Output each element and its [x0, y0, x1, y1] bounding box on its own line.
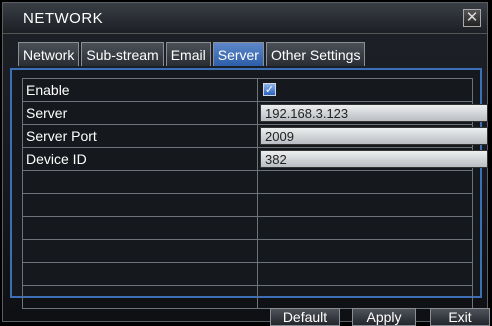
tab-other-settings[interactable]: Other Settings — [265, 42, 366, 66]
empty-row — [23, 217, 473, 240]
empty-cell — [23, 217, 258, 239]
tab-server[interactable]: Server — [212, 42, 264, 66]
empty-row — [23, 171, 473, 194]
empty-cell — [258, 217, 473, 239]
empty-cell — [258, 263, 473, 285]
empty-cell — [23, 171, 258, 193]
enable-cell: ✓ — [258, 79, 473, 101]
server-port-cell: 2009 — [258, 125, 488, 147]
device-id-label: Device ID — [23, 148, 258, 170]
server-input[interactable]: 192.168.3.123 — [260, 104, 488, 122]
empty-cell — [258, 286, 473, 308]
settings-row-enable: Enable ✓ — [23, 79, 473, 102]
empty-row — [23, 194, 473, 217]
tab-network[interactable]: Network — [18, 42, 80, 66]
empty-row — [23, 240, 473, 263]
enable-label: Enable — [23, 79, 258, 101]
server-port-input[interactable]: 2009 — [260, 127, 488, 145]
empty-row — [23, 263, 473, 286]
empty-row — [23, 286, 473, 309]
device-id-input[interactable]: 382 — [260, 150, 488, 168]
title-bar: NETWORK ✕ — [3, 3, 487, 34]
empty-cell — [258, 171, 473, 193]
settings-row-server-port: Server Port 2009 — [23, 125, 488, 148]
empty-cell — [23, 286, 258, 308]
apply-button[interactable]: Apply — [352, 308, 416, 326]
tab-sub-stream[interactable]: Sub-stream — [81, 42, 164, 66]
empty-cell — [23, 240, 258, 262]
empty-cell — [258, 194, 473, 216]
close-icon[interactable]: ✕ — [463, 9, 481, 27]
server-cell: 192.168.3.123 — [258, 102, 488, 124]
settings-row-device-id: Device ID 382 — [23, 148, 488, 171]
empty-cell — [258, 240, 473, 262]
empty-cell — [23, 194, 258, 216]
empty-cell — [23, 263, 258, 285]
server-label: Server — [23, 102, 258, 124]
device-id-cell: 382 — [258, 148, 488, 170]
settings-grid: Enable ✓ Server 192.168.3.123 Server Por… — [22, 78, 488, 309]
server-port-label: Server Port — [23, 125, 258, 147]
server-settings-panel: Enable ✓ Server 192.168.3.123 Server Por… — [10, 68, 488, 309]
exit-button[interactable]: Exit — [430, 308, 490, 326]
default-button[interactable]: Default — [270, 308, 340, 326]
enable-checkbox[interactable]: ✓ — [263, 83, 276, 96]
settings-row-server: Server 192.168.3.123 — [23, 102, 488, 125]
dialog-title: NETWORK — [23, 10, 104, 27]
tab-bar: Network Sub-stream Email Server Other Se… — [18, 42, 367, 68]
tab-email[interactable]: Email — [165, 42, 211, 66]
